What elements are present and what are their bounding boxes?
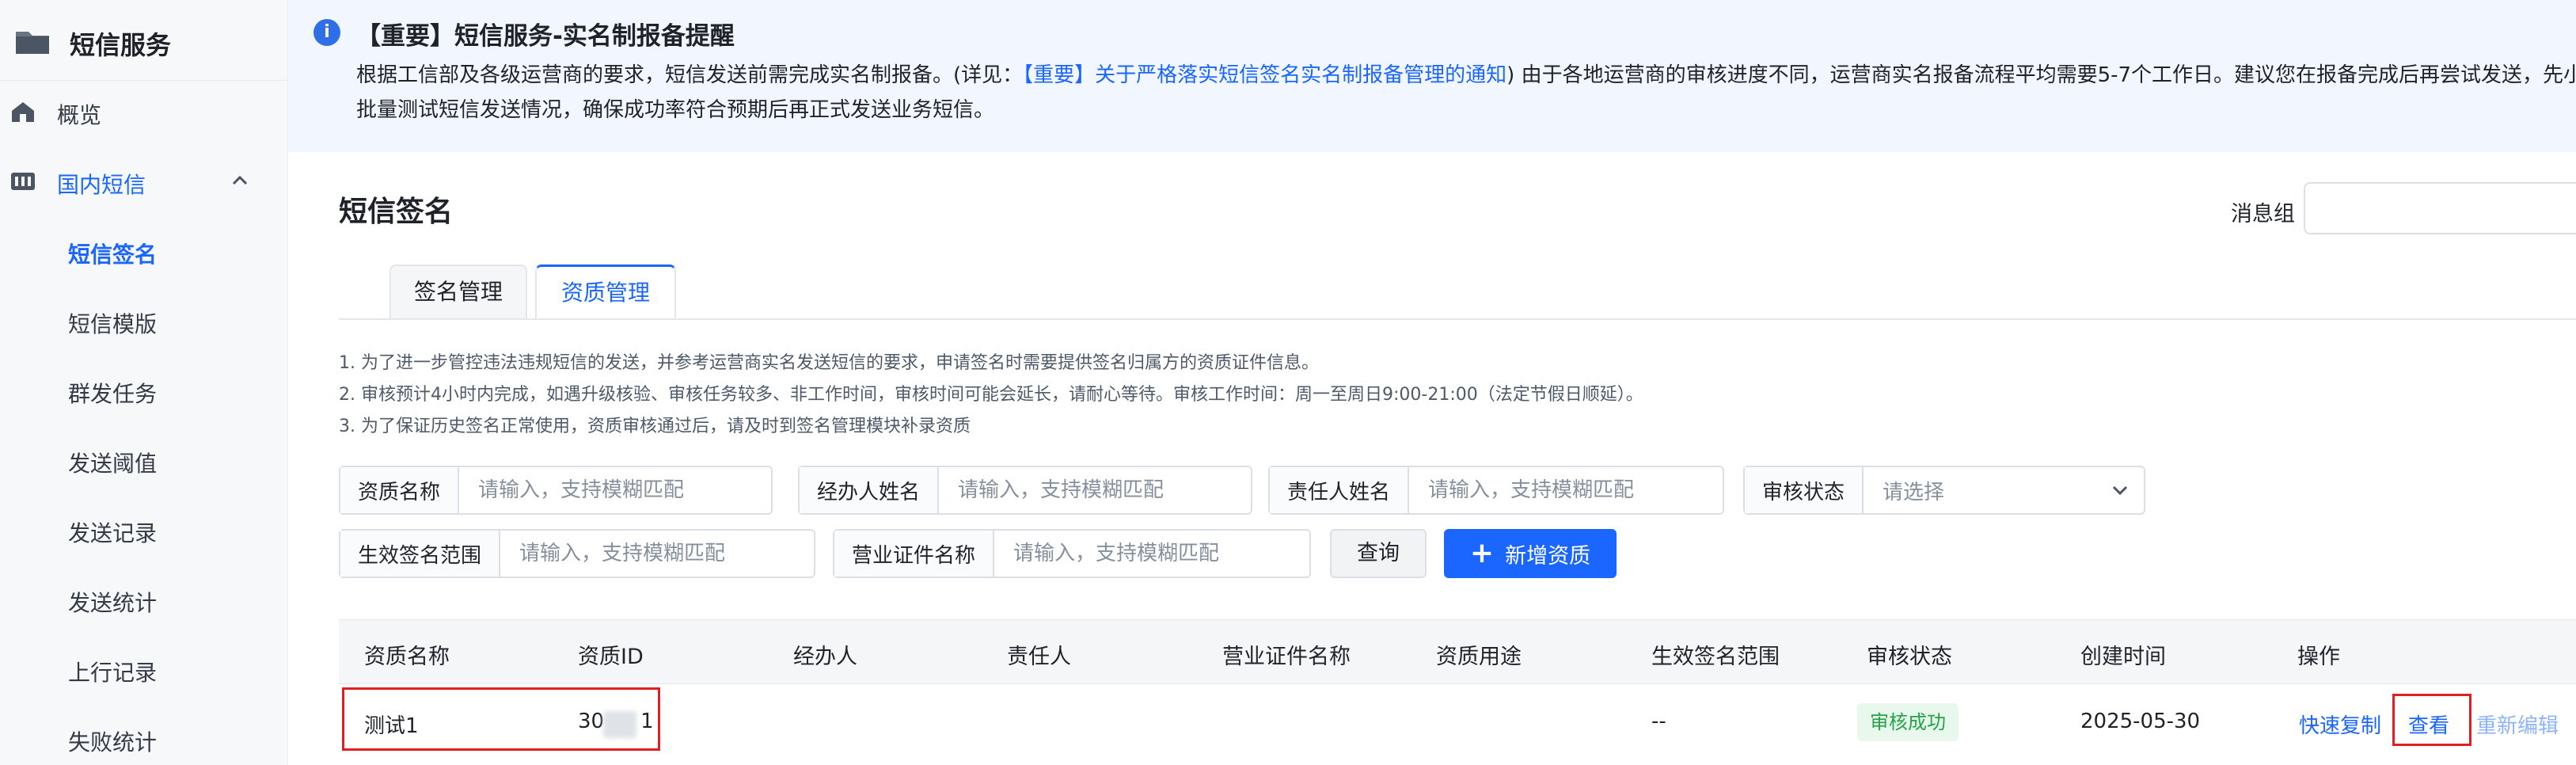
filter-label: 经办人姓名 [800,467,940,513]
tabs-divider [339,318,2576,320]
sms-grid-icon [11,173,35,190]
sidebar-subitem-label: 群发任务 [68,381,158,407]
tab-signature-management[interactable]: 签名管理 [389,265,527,320]
chevron-down-icon[interactable] [2096,467,2144,513]
chevron-up-icon[interactable] [230,173,250,188]
sidebar-item-overview[interactable]: 概览 [0,81,288,144]
filter-handler-name: 经办人姓名 [798,466,1252,515]
sidebar-subitem-label: 短信模版 [68,311,158,337]
sidebar-brand-title: 短信服务 [70,30,172,60]
tip-line-1: 1. 为了进一步管控违法违规短信的发送，并参考运营商实名发送短信的要求，申请签名… [339,353,1319,373]
cell-effective-scope: -- [1651,710,1666,733]
filter-label: 责任人姓名 [1270,467,1410,513]
cell-created-time: 2025-05-30 [2080,710,2201,733]
notice-line-1: 根据工信部及各级运营商的要求，短信发送前需完成实名制报备。(详见：【重要】关于严… [356,59,2576,88]
filter-label: 生效签名范围 [340,531,501,577]
qualification-name-input[interactable] [459,467,771,513]
sidebar-subitem[interactable]: 短信签名 [0,220,288,284]
re-edit-link[interactable]: 重新编辑 [2476,710,2559,739]
column-header: 资质ID [578,645,644,669]
table-row: 测试1 30 1 -- 审核成功 2025-05-30 快速复制 查看 重新编辑 [339,684,2576,765]
column-header: 经办人 [793,645,857,669]
home-icon [12,102,34,122]
filter-effective-scope: 生效签名范围 [339,529,815,578]
redaction-mask [603,711,636,738]
column-header: 资质用途 [1436,645,1522,669]
sidebar-subitem[interactable]: 发送记录 [0,499,288,562]
filter-label: 营业证件名称 [834,531,995,577]
sidebar-group-label: 国内短信 [57,172,146,198]
review-status-select[interactable]: 请选择 [1864,467,2096,513]
column-header: 资质名称 [364,645,450,669]
effective-scope-input[interactable] [500,531,814,577]
notice-text: ) 由于各地运营商的审核进度不同，运营商实名报备流程平均需要5-7个工作日。建议… [1506,63,2576,87]
column-header: 创建时间 [2080,645,2166,669]
tip-line-2: 2. 审核预计4小时内完成，如遇升级核验、审核任务较多、非工作时间，审核时间可能… [339,385,1643,405]
sidebar-item-label: 概览 [57,102,102,128]
column-header: 审核状态 [1867,645,1952,669]
id-suffix: 1 [640,710,654,733]
message-group-label: 消息组 [2231,202,2295,226]
sidebar-subitem[interactable]: 发送阈值 [0,429,288,493]
filter-label: 资质名称 [340,467,460,513]
sidebar-subitem-label: 发送阈值 [68,451,158,477]
message-group-select[interactable] [2304,182,2576,234]
sidebar: 短信服务 概览 国内短信 短信签名短信模版群发任务发送阈值发送记录发送统计上行记… [0,0,288,765]
sidebar-subitem[interactable]: 失败统计 [0,708,288,765]
notice-line-2: 批量测试短信发送情况，确保成功率符合预期后再正式发送业务短信。 [356,98,995,122]
add-qualification-button[interactable]: + 新增资质 [1444,529,1617,578]
filter-license-name: 营业证件名称 [833,529,1311,578]
add-qualification-label: 新增资质 [1505,543,1591,569]
filter-label: 审核状态 [1745,467,1864,513]
info-icon: i [313,19,340,46]
status-badge: 审核成功 [1857,703,1959,741]
sidebar-subitem[interactable]: 群发任务 [0,360,288,423]
sidebar-brand: 短信服务 [0,0,288,81]
sidebar-subitem[interactable]: 短信模版 [0,290,288,353]
plus-icon: + [1469,537,1495,569]
id-prefix: 30 [578,710,605,733]
column-header: 责任人 [1007,645,1071,669]
tip-line-3: 3. 为了保证历史签名正常使用，资质审核通过后，请及时到签名管理模块补录资质 [339,417,971,436]
view-link[interactable]: 查看 [2408,710,2449,739]
quick-copy-link[interactable]: 快速复制 [2299,710,2381,739]
license-name-input[interactable] [994,531,1309,577]
sidebar-subitem-label: 上行记录 [68,660,158,686]
sidebar-subitem-label: 短信签名 [68,242,158,268]
query-button[interactable]: 查询 [1330,529,1427,578]
filter-owner-name: 责任人姓名 [1268,466,1724,515]
sidebar-subitem-label: 失败统计 [68,729,158,755]
notice-text: 根据工信部及各级运营商的要求，短信发送前需完成实名制报备。(详见： [356,63,1024,87]
notice-title: 【重要】短信服务-实名制报备提醒 [356,22,735,51]
cell-qualification-name: 测试1 [364,714,419,738]
sidebar-group-domestic-sms[interactable]: 国内短信 [0,150,288,214]
folder-icon [16,32,49,54]
owner-name-input[interactable] [1409,467,1723,513]
notice-link[interactable]: 【重要】关于严格落实短信签名实名制报备管理的通知 [1023,63,1506,87]
page-title: 短信签名 [339,196,454,228]
app-root: 短信服务 概览 国内短信 短信签名短信模版群发任务发送阈值发送记录发送统计上行记… [0,0,2576,765]
sidebar-subitem-label: 发送统计 [68,590,158,616]
column-header: 操作 [2297,645,2340,669]
sidebar-subitem[interactable]: 发送统计 [0,569,288,632]
column-header: 生效签名范围 [1651,645,1780,669]
filter-qualification-name: 资质名称 [339,466,773,515]
column-header: 营业证件名称 [1222,645,1351,669]
sidebar-subitem[interactable]: 上行记录 [0,638,288,702]
table-header: 资质名称 资质ID 经办人 责任人 营业证件名称 资质用途 生效签名范围 审核状… [339,619,2576,684]
sidebar-subitem-label: 发送记录 [68,520,158,546]
handler-name-input[interactable] [939,467,1251,513]
filter-review-status[interactable]: 审核状态 请选择 [1743,466,2145,515]
tab-qualification-management[interactable]: 资质管理 [535,265,676,320]
